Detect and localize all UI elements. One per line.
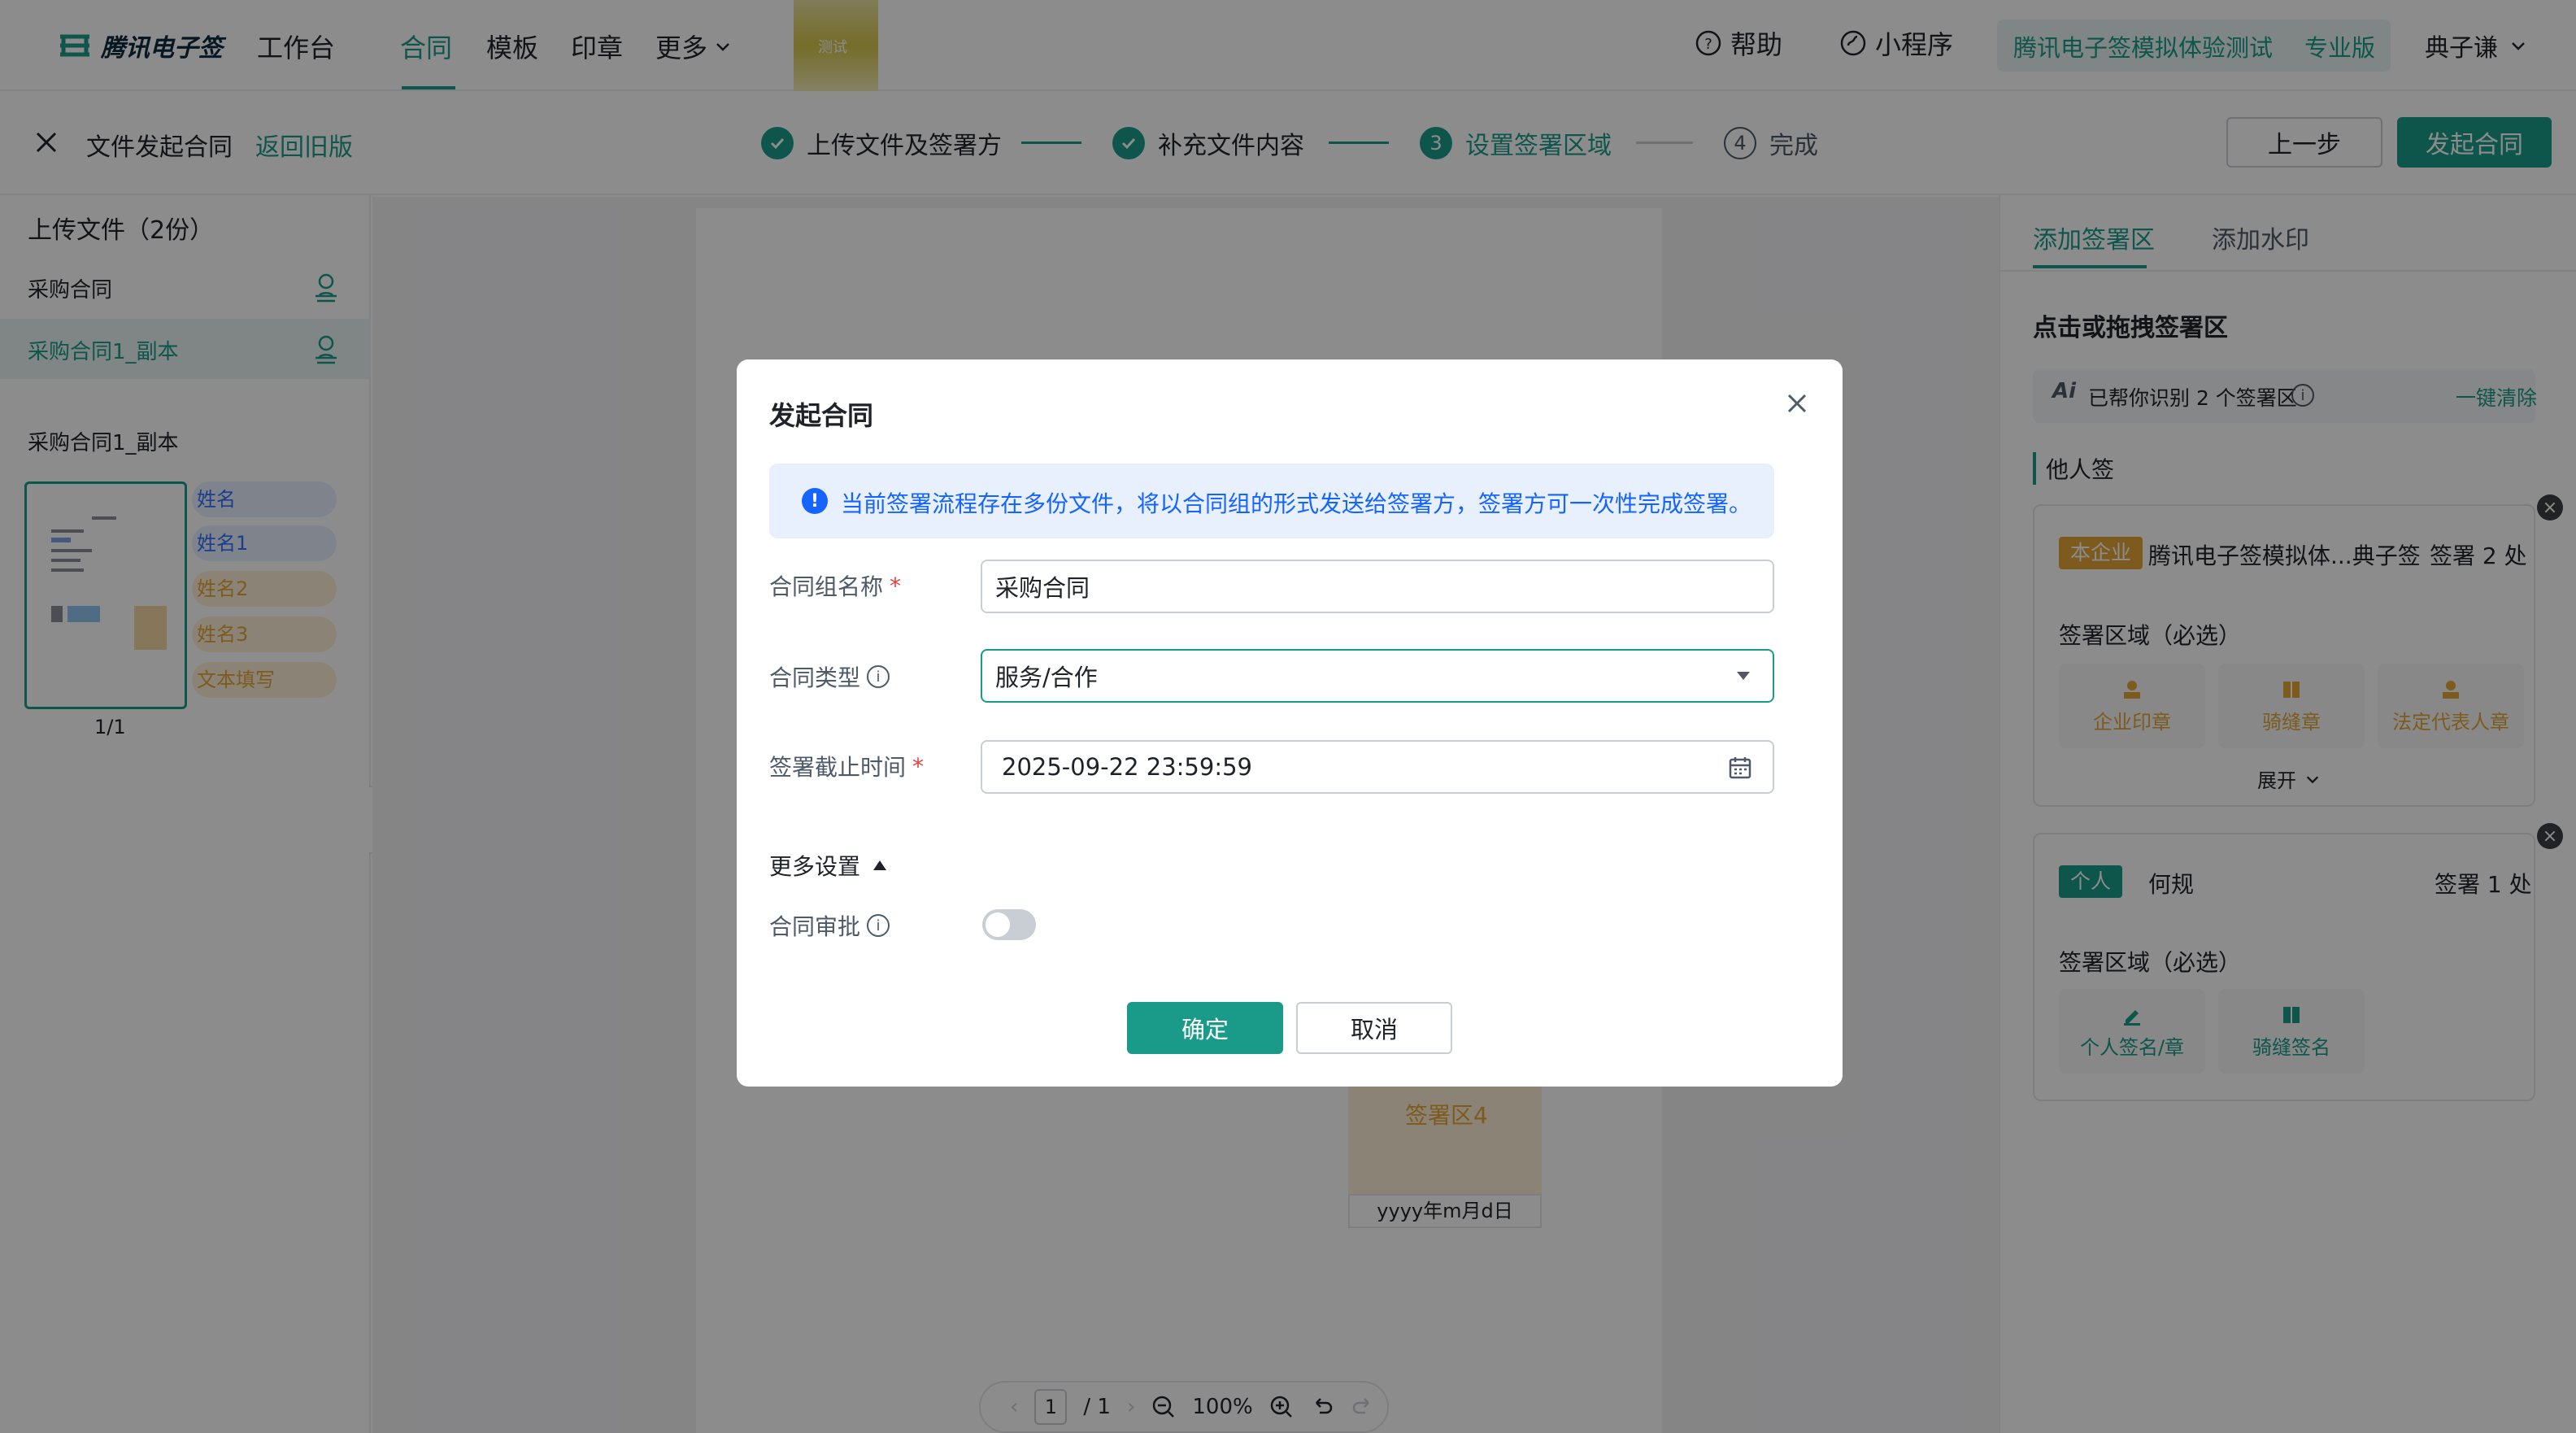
- info-icon[interactable]: i: [867, 914, 890, 937]
- datetime-value: 2025-09-22 23:59:59: [1002, 753, 1252, 781]
- approval-label: 合同审批 i: [769, 909, 890, 942]
- field-label: 合同组名称: [769, 573, 884, 600]
- caret-down-icon: [1737, 672, 1750, 680]
- required-mark: *: [890, 572, 902, 599]
- deadline-label: 签署截止时间 *: [769, 750, 924, 782]
- caret-up-icon: [873, 860, 887, 870]
- info-icon: !: [802, 488, 828, 514]
- deadline-datetime-input[interactable]: 2025-09-22 23:59:59: [981, 740, 1774, 794]
- approval-switch[interactable]: [982, 909, 1036, 940]
- more-settings-label: 更多设置: [769, 853, 861, 880]
- group-name-input[interactable]: 采购合同: [981, 560, 1774, 613]
- close-icon[interactable]: [1782, 389, 1812, 418]
- launch-contract-dialog: 发起合同 ! 当前签署流程存在多份文件，将以合同组的形式发送给签署方，签署方可一…: [737, 359, 1843, 1087]
- alert-message: 当前签署流程存在多份文件，将以合同组的形式发送给签署方，签署方可一次性完成签署。: [841, 490, 1752, 517]
- confirm-button[interactable]: 确定: [1127, 1002, 1283, 1054]
- calendar-icon[interactable]: [1727, 755, 1753, 781]
- dialog-title: 发起合同: [769, 400, 874, 431]
- contract-type-label: 合同类型 i: [769, 660, 890, 693]
- info-alert: ! 当前签署流程存在多份文件，将以合同组的形式发送给签署方，签署方可一次性完成签…: [769, 464, 1774, 538]
- switch-knob: [986, 913, 1010, 937]
- group-name-label: 合同组名称 *: [769, 569, 901, 602]
- more-settings-toggle[interactable]: 更多设置: [769, 849, 887, 882]
- contract-type-select[interactable]: 服务/合作: [981, 649, 1774, 703]
- field-label: 合同审批: [769, 913, 861, 940]
- field-label: 合同类型: [769, 664, 861, 691]
- field-label: 签署截止时间: [769, 754, 907, 781]
- required-mark: *: [912, 752, 925, 780]
- select-value: 服务/合作: [995, 664, 1098, 691]
- info-icon[interactable]: i: [867, 665, 890, 688]
- cancel-button[interactable]: 取消: [1296, 1002, 1452, 1054]
